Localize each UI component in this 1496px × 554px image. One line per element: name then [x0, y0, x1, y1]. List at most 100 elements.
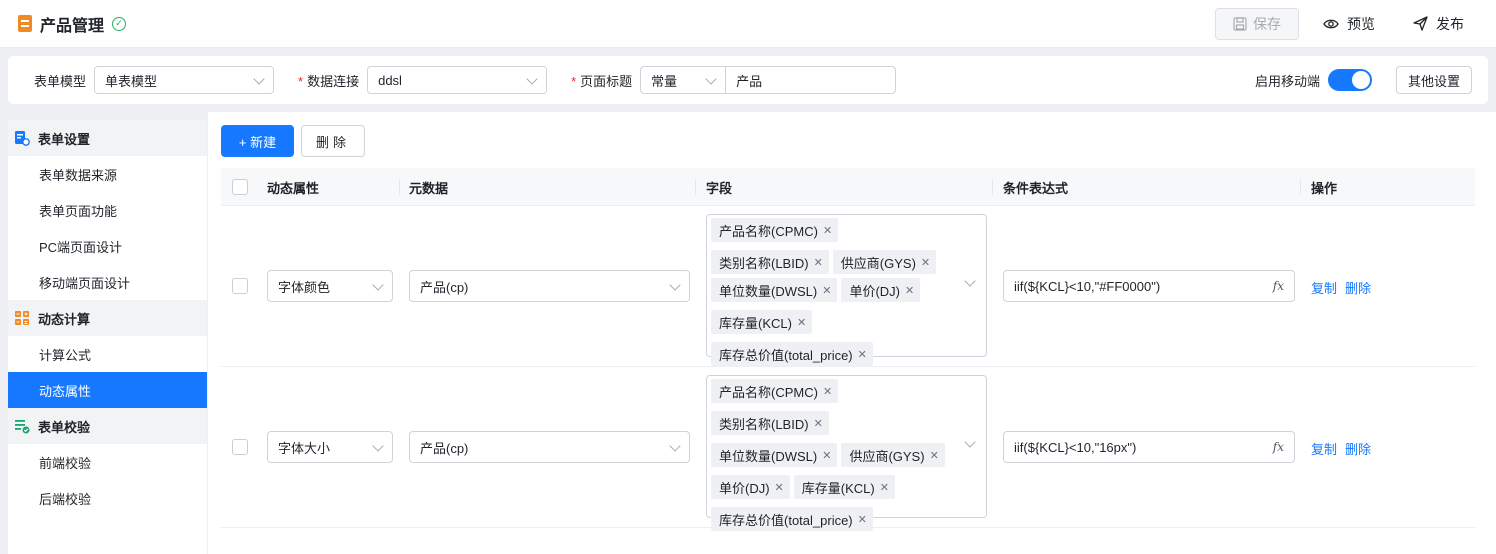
validation-list-icon: [15, 420, 30, 434]
sidebar-item-frontend-validation[interactable]: 前端校验: [8, 444, 207, 480]
field-tag[interactable]: 供应商(GYS) ✕: [841, 443, 945, 467]
attribute-select[interactable]: 字体颜色: [267, 270, 393, 302]
page-title-type-select[interactable]: 常量: [640, 66, 727, 94]
close-icon[interactable]: ✕: [823, 385, 832, 398]
app-header: 产品管理 ✓ 保存 预览 发布: [0, 0, 1496, 48]
field-tag[interactable]: 产品名称(CPMC) ✕: [711, 379, 839, 403]
close-icon[interactable]: ✕: [822, 284, 831, 297]
chevron-down-icon: [964, 436, 976, 448]
table-row: 字体大小 产品(cp) 产品名称(CPMC) ✕ 类别名称(LBID) ✕ 单位数量…: [221, 367, 1475, 531]
field-tag[interactable]: 库存总价值(total_price) ✕: [711, 507, 873, 531]
attribute-select[interactable]: 字体大小: [267, 431, 393, 463]
sidebar-item-dynamic-attribute[interactable]: 动态属性: [8, 372, 207, 408]
function-icon[interactable]: fx: [1273, 440, 1284, 454]
select-all-checkbox[interactable]: [232, 179, 248, 195]
chevron-down-icon: [669, 440, 681, 452]
field-multiselect[interactable]: 产品名称(CPMC) ✕ 类别名称(LBID) ✕ 供应商(GYS) ✕ 单位数量(D…: [706, 214, 987, 366]
sidebar-item-pc-page-design[interactable]: PC端页面设计: [8, 228, 207, 264]
field-tag[interactable]: 类别名称(LBID) ✕: [711, 250, 829, 274]
form-model-select[interactable]: 单表模型: [94, 66, 275, 94]
delete-link[interactable]: 删除: [1345, 278, 1371, 297]
condition-expression-input[interactable]: iif(${KCL}<10,"#FF0000") fx: [1003, 270, 1295, 302]
close-icon[interactable]: ✕: [930, 449, 939, 462]
field-multiselect[interactable]: 产品名称(CPMC) ✕ 类别名称(LBID) ✕ 单位数量(DWSL) ✕ 供应商(…: [706, 375, 987, 531]
other-settings-button[interactable]: 其他设置: [1395, 66, 1472, 94]
sidebar-item-mobile-page-design[interactable]: 移动端页面设计: [8, 264, 207, 300]
condition-expression-input[interactable]: iif(${KCL}<10,"16px") fx: [1003, 431, 1295, 463]
delete-button[interactable]: 删除: [301, 125, 365, 157]
header-actions: 操作: [1311, 180, 1338, 196]
metadata-select[interactable]: 产品(cp): [409, 270, 690, 302]
mobile-toggle[interactable]: [1327, 69, 1372, 91]
page-title-input[interactable]: 产品: [726, 66, 897, 94]
field-tag[interactable]: 产品名称(CPMC) ✕: [711, 218, 839, 242]
data-conn-select[interactable]: ddsl: [367, 66, 548, 94]
data-conn-label: * 数据连接: [298, 73, 360, 89]
calculator-icon: [15, 311, 29, 325]
field-tag[interactable]: 单位数量(DWSL) ✕: [711, 278, 838, 302]
eye-icon: [1323, 19, 1339, 28]
sidebar: 表单设置 表单数据来源 表单页面功能 PC端页面设计 移动端页面设计 动态计算 …: [8, 120, 207, 554]
chevron-down-icon: [964, 275, 976, 287]
close-icon[interactable]: ✕: [814, 256, 823, 269]
chevron-down-icon: [669, 279, 681, 291]
close-icon[interactable]: ✕: [858, 348, 867, 361]
field-tag[interactable]: 单价(DJ) ✕: [711, 475, 790, 499]
copy-link[interactable]: 复制: [1311, 439, 1337, 458]
sidebar-item-backend-validation[interactable]: 后端校验: [8, 480, 207, 516]
field-tag[interactable]: 单价(DJ) ✕: [841, 278, 921, 302]
header-dynamic-attribute: 动态属性: [267, 180, 320, 196]
save-button[interactable]: 保存: [1215, 7, 1299, 40]
delete-link[interactable]: 删除: [1345, 439, 1371, 458]
form-model-label: 表单模型: [34, 73, 87, 89]
mobile-toggle-label: 启用移动端: [1254, 73, 1320, 89]
close-icon[interactable]: ✕: [905, 284, 914, 297]
check-circle-icon: ✓: [112, 16, 127, 31]
close-icon[interactable]: ✕: [858, 513, 867, 526]
row-checkbox[interactable]: [232, 439, 248, 455]
close-icon[interactable]: ✕: [814, 417, 823, 430]
preview-button[interactable]: 预览: [1323, 14, 1389, 34]
field-tag[interactable]: 库存量(KCL) ✕: [711, 310, 813, 334]
field-tag[interactable]: 类别名称(LBID) ✕: [711, 411, 829, 435]
copy-link[interactable]: 复制: [1311, 278, 1337, 297]
main-panel: + 新建 删除 动态属性 元数据 字段 条件表达式 操作 字体颜色 产品(cp)…: [208, 112, 1496, 554]
field-tag[interactable]: 供应商(GYS) ✕: [832, 250, 937, 274]
close-icon[interactable]: ✕: [880, 481, 889, 494]
save-icon: [1233, 16, 1247, 31]
header-metadata: 元数据: [409, 180, 449, 196]
function-icon[interactable]: fx: [1273, 279, 1284, 293]
document-icon: [18, 15, 32, 32]
table-row: 字体颜色 产品(cp) 产品名称(CPMC) ✕ 类别名称(LBID) ✕ 供应商(…: [221, 206, 1475, 367]
sidebar-item-calc-formula[interactable]: 计算公式: [8, 336, 207, 372]
chevron-down-icon: [372, 279, 384, 291]
page-title-area: 产品管理 ✓: [18, 12, 127, 36]
new-button[interactable]: + 新建: [221, 125, 294, 157]
row-actions: 复制 删除: [1311, 278, 1371, 297]
field-tag[interactable]: 库存总价值(total_price) ✕: [711, 342, 873, 366]
field-tag[interactable]: 单位数量(DWSL) ✕: [711, 443, 838, 467]
page-title: 产品管理: [40, 17, 105, 35]
row-actions: 复制 删除: [1311, 439, 1371, 458]
header-field: 字段: [706, 180, 733, 196]
sidebar-group-form-validation[interactable]: 表单校验: [8, 408, 207, 444]
sidebar-group-form-settings[interactable]: 表单设置: [8, 120, 207, 156]
chevron-down-icon: [526, 73, 538, 85]
chevron-down-icon: [253, 73, 265, 85]
table-header: 动态属性 元数据 字段 条件表达式 操作: [221, 168, 1475, 206]
send-icon: [1413, 16, 1428, 31]
row-checkbox[interactable]: [232, 278, 248, 294]
close-icon[interactable]: ✕: [797, 316, 806, 329]
close-icon[interactable]: ✕: [921, 256, 930, 269]
close-icon[interactable]: ✕: [775, 481, 784, 494]
sidebar-item-form-page-function[interactable]: 表单页面功能: [8, 192, 207, 228]
sidebar-item-form-data-source[interactable]: 表单数据来源: [8, 156, 207, 192]
metadata-select[interactable]: 产品(cp): [409, 431, 690, 463]
close-icon[interactable]: ✕: [823, 224, 832, 237]
publish-button[interactable]: 发布: [1413, 14, 1478, 34]
chevron-down-icon: [705, 73, 717, 85]
chevron-down-icon: [372, 440, 384, 452]
field-tag[interactable]: 库存量(KCL) ✕: [793, 475, 895, 499]
sidebar-group-dynamic-calc[interactable]: 动态计算: [8, 300, 207, 336]
close-icon[interactable]: ✕: [822, 449, 831, 462]
